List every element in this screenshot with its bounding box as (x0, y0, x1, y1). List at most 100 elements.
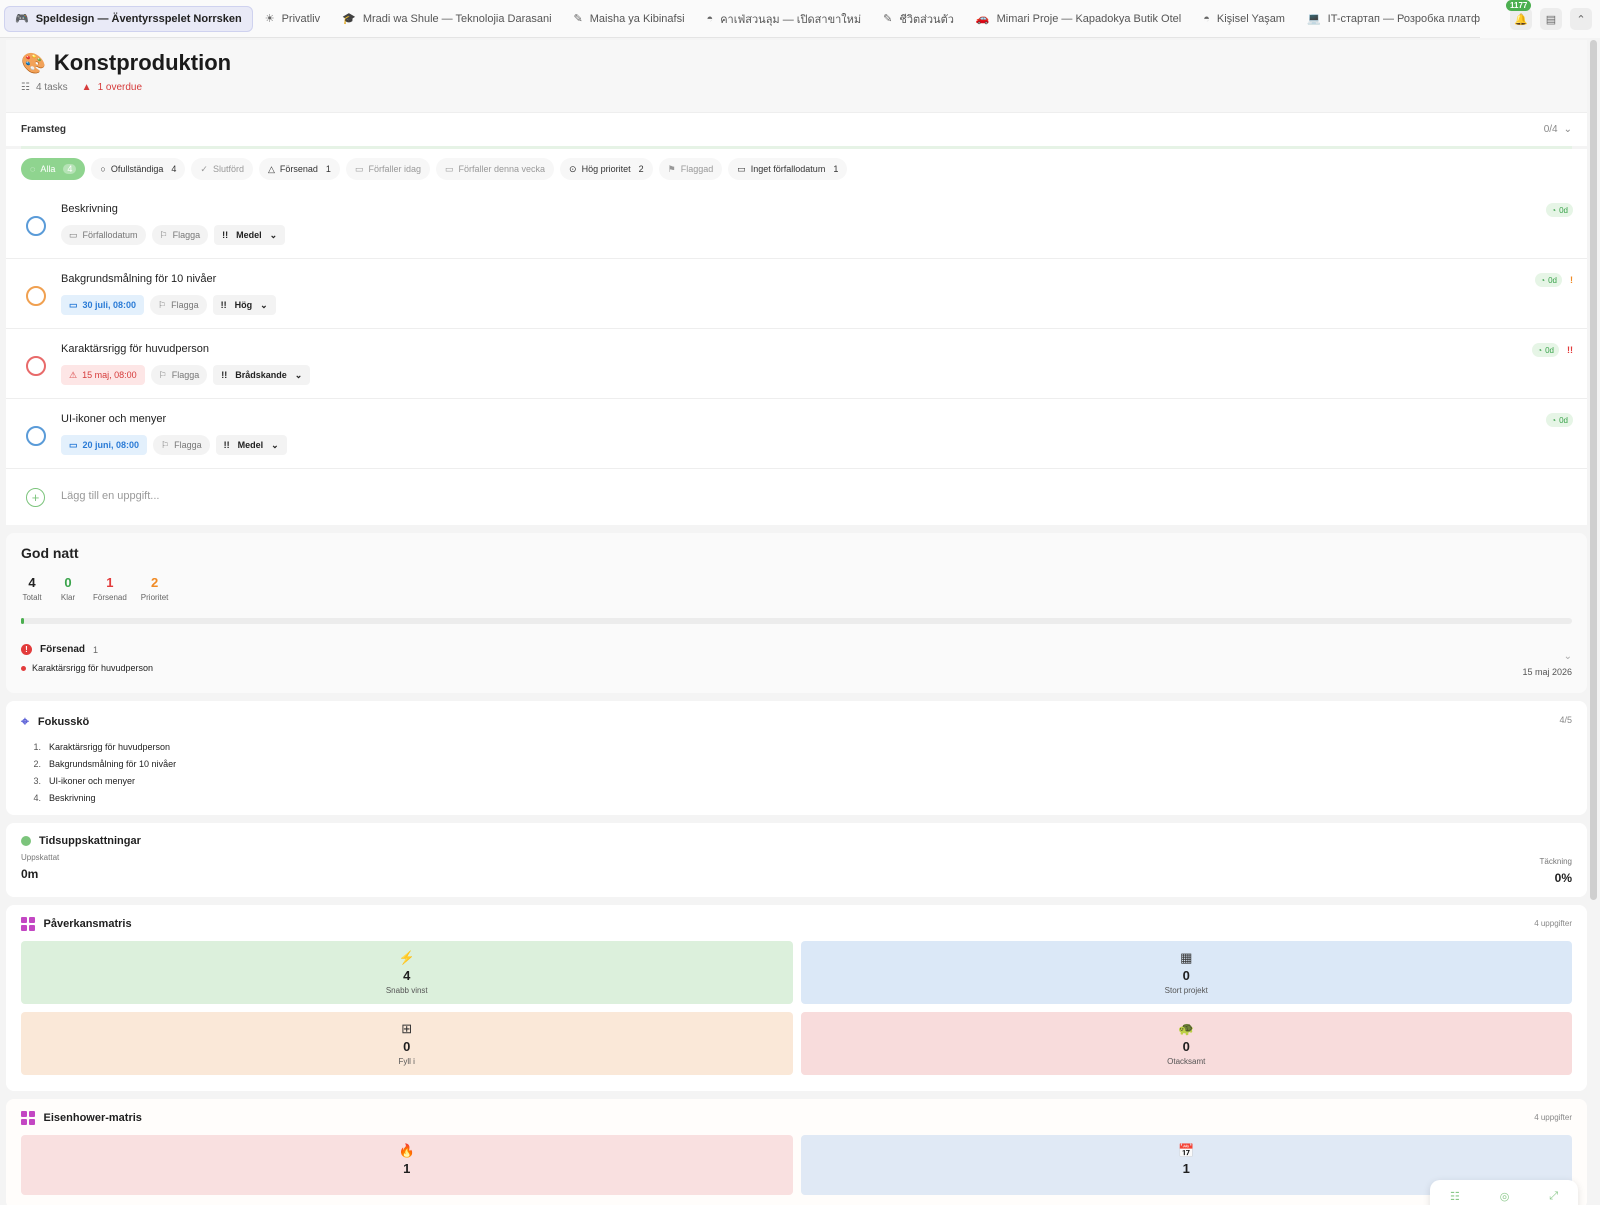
time-badge: ◔ 0d (1535, 273, 1562, 287)
task-count-label: 4 tasks (35, 82, 68, 93)
add-task-input[interactable]: Lägg till en uppgift... (61, 490, 159, 502)
task-title[interactable]: UI-ikoner och menyer (61, 413, 166, 425)
task-row[interactable]: Karaktärsrigg för huvudperson ⚠ 15 maj, 08… (6, 329, 1587, 399)
overdue-section-label: Försenad (40, 644, 86, 655)
filter-label: Förfaller idag (368, 164, 421, 174)
flag-chip[interactable]: ⚐ Flagga (150, 365, 208, 385)
filter-label: Försenad (279, 164, 318, 174)
time-label: 0d (1548, 275, 1557, 285)
add-task-row[interactable]: + Lägg till en uppgift... (6, 469, 1587, 525)
list-icon[interactable]: ☷ (1450, 1190, 1460, 1203)
focus-item-number: 2. (33, 759, 41, 769)
crosshair-icon: ⌖ (21, 713, 29, 729)
due-date-chip[interactable]: ▭ 30 juli, 08:00 (61, 295, 145, 315)
progress-section[interactable]: Framsteg 0/4 ⌄ (6, 112, 1587, 146)
tab-4[interactable]: ◓ คาเฟ่สวนลุม — เปิดสาขาใหม่ (697, 6, 872, 32)
time-estimates-title: Tidsuppskattningar (39, 835, 141, 847)
due-date-chip[interactable]: ⚠ 15 maj, 08:00 (61, 365, 145, 385)
calendar-icon: 📅 (1178, 1142, 1195, 1158)
filter-chip-2[interactable]: ✓ Slutförd (191, 158, 253, 180)
eisenhower-cell-0[interactable]: 🔥 1 (21, 1134, 793, 1195)
impact-cell-0[interactable]: ⚡ 4 Snabb vinst (21, 940, 793, 1004)
chevron-down-icon[interactable]: ⌄ (1564, 651, 1572, 662)
tab-5[interactable]: ✎ ชีวิตส่วนตัว (873, 6, 964, 32)
task-checkbox[interactable] (26, 426, 46, 446)
priority-select[interactable]: !! Medel ⌄ (215, 435, 287, 455)
leaf-icon: ✎ (573, 13, 583, 25)
task-row[interactable]: UI-ikoner och menyer ▭ 20 juni, 08:00 ⚐ Flag… (6, 399, 1587, 469)
flag-chip[interactable]: ⚐ Flagga (153, 435, 210, 455)
filter-chip-0[interactable]: ◌ Alla 4 (21, 158, 86, 180)
impact-cell-value: 0 (1182, 967, 1190, 983)
filter-chip-6[interactable]: ⊙ Hög prioritet 2 (560, 158, 653, 180)
impact-cell-2[interactable]: ⊞ 0 Fyll i (21, 1011, 793, 1075)
task-title[interactable]: Karaktärsrigg för huvudperson (61, 343, 209, 355)
focus-item[interactable]: 1. Karaktärsrigg för huvudperson (33, 742, 1572, 752)
notifications-button[interactable]: 🔔 1177 (1506, 0, 1532, 30)
filter-chip-4[interactable]: ▭ Förfaller idag (345, 158, 430, 180)
filter-chip-1[interactable]: ○ Ofullständiga 4 (91, 158, 186, 180)
filter-chip-8[interactable]: ▭ Inget förfallodatum 1 (728, 158, 848, 180)
progress-label: Framsteg (21, 124, 67, 135)
flag-label: Flagga (174, 440, 202, 450)
tab-0[interactable]: 🎮 Speldesign — Äventyrsspelet Norrsken (4, 5, 253, 32)
overdue-section-count: 1 (93, 644, 99, 655)
task-row[interactable]: Beskrivning ▭ Förfallodatum ⚐ Flagga!! Medel ⌄… (6, 189, 1587, 259)
warning-icon: ⚠ (69, 369, 78, 380)
fire-icon: 🔥 (398, 1142, 415, 1158)
flag-chip[interactable]: ⚐ Flagga (150, 295, 207, 315)
overdue-section-header[interactable]: ! Försenad 1 (21, 644, 1572, 655)
progress-value: 0/4 (1543, 124, 1558, 135)
filter-icon: ⊙ (569, 163, 577, 174)
floating-action-panel: ☷ ◎ ⤢ (1430, 1180, 1578, 1205)
tab-6[interactable]: 🚗 Mimari Proje — Kapadokya Butik Otel (966, 6, 1191, 32)
overdue-task-item[interactable]: Karaktärsrigg för huvudperson (21, 663, 1572, 673)
layout-button[interactable]: ▤ (1540, 8, 1562, 30)
task-title[interactable]: Bakgrundsmålning för 10 nivåer (61, 273, 216, 285)
tab-2[interactable]: 🎓 Mradi wa Shule — Teknolojia Darasani (332, 6, 561, 32)
chevron-up-icon: ⌃ (1576, 13, 1586, 26)
scrollbar[interactable] (1590, 40, 1597, 900)
task-checkbox[interactable] (26, 216, 46, 236)
tab-7[interactable]: ◓ Kişisel Yaşam (1193, 6, 1295, 32)
summary-card: God natt 4 Totalt 0 Klar 1 Försenad 2 Prioritet… (6, 533, 1587, 693)
circle-icon[interactable]: ◎ (1500, 1190, 1510, 1203)
flag-icon: ⚐ (158, 369, 167, 380)
stat-1: 0 Klar (57, 575, 79, 602)
red-dot-icon (21, 665, 26, 671)
tab-1[interactable]: ☀ Privatliv (255, 6, 330, 32)
filter-chip-5[interactable]: ▭ Förfaller denna vecka (435, 158, 555, 180)
overdue-indicator[interactable]: ▲ 1 overdue (82, 82, 142, 93)
impact-cell-3[interactable]: 🐢 0 Otacksamt (800, 1011, 1572, 1075)
focus-item[interactable]: 2. Bakgrundsmålning för 10 nivåer (33, 759, 1572, 769)
task-checkbox[interactable] (26, 286, 46, 306)
task-row[interactable]: Bakgrundsmålning för 10 nivåer ▭ 30 juli, … (6, 259, 1587, 329)
impact-cell-value: 0 (1182, 1038, 1190, 1054)
collapse-button[interactable]: ⌃ (1570, 8, 1592, 30)
priority-indicator: ! (1570, 275, 1573, 285)
laptop-icon: 💻 (1306, 13, 1321, 25)
impact-cell-1[interactable]: ▦ 0 Stort projekt (800, 940, 1572, 1004)
task-title[interactable]: Beskrivning (61, 203, 118, 215)
priority-select[interactable]: !! Hög ⌄ (212, 295, 276, 315)
plus-icon[interactable]: + (26, 488, 45, 507)
time-estimates-card: Tidsuppskattningar Uppskattat 0m Täcknin… (6, 823, 1587, 897)
filter-chip-7[interactable]: ⚑ Flaggad (658, 158, 723, 180)
task-chips: ⚠ 15 maj, 08:00 ⚐ Flagga!! Brådskande ⌄ (61, 365, 311, 385)
due-date-chip[interactable]: ▭ 20 juni, 08:00 (61, 435, 148, 455)
task-chips: ▭ 20 juni, 08:00 ⚐ Flagga!! Medel ⌄ (61, 435, 287, 455)
focus-item[interactable]: 3. UI-ikoner och menyer (33, 776, 1572, 786)
task-chips: ▭ 30 juli, 08:00 ⚐ Flagga!! Hög ⌄ (61, 295, 276, 315)
tab-3[interactable]: ✎ Maisha ya Kibinafsi (564, 6, 695, 32)
tab-label: Privatliv (281, 12, 321, 25)
task-checkbox[interactable] (26, 356, 46, 376)
priority-select[interactable]: !! Brådskande ⌄ (213, 365, 311, 385)
priority-select[interactable]: !! Medel ⌄ (214, 225, 286, 245)
focus-item[interactable]: 4. Beskrivning (33, 793, 1572, 803)
tab-label: คาเฟ่สวนลุม — เปิดสาขาใหม่ (720, 13, 862, 26)
expand-icon[interactable]: ⤢ (1549, 1190, 1558, 1203)
filter-chip-3[interactable]: △ Försenad 1 (258, 158, 340, 180)
due-date-chip[interactable]: ▭ Förfallodatum (61, 225, 146, 245)
flag-chip[interactable]: ⚐ Flagga (151, 225, 209, 245)
overdue-task-title: Karaktärsrigg för huvudperson (32, 663, 154, 673)
